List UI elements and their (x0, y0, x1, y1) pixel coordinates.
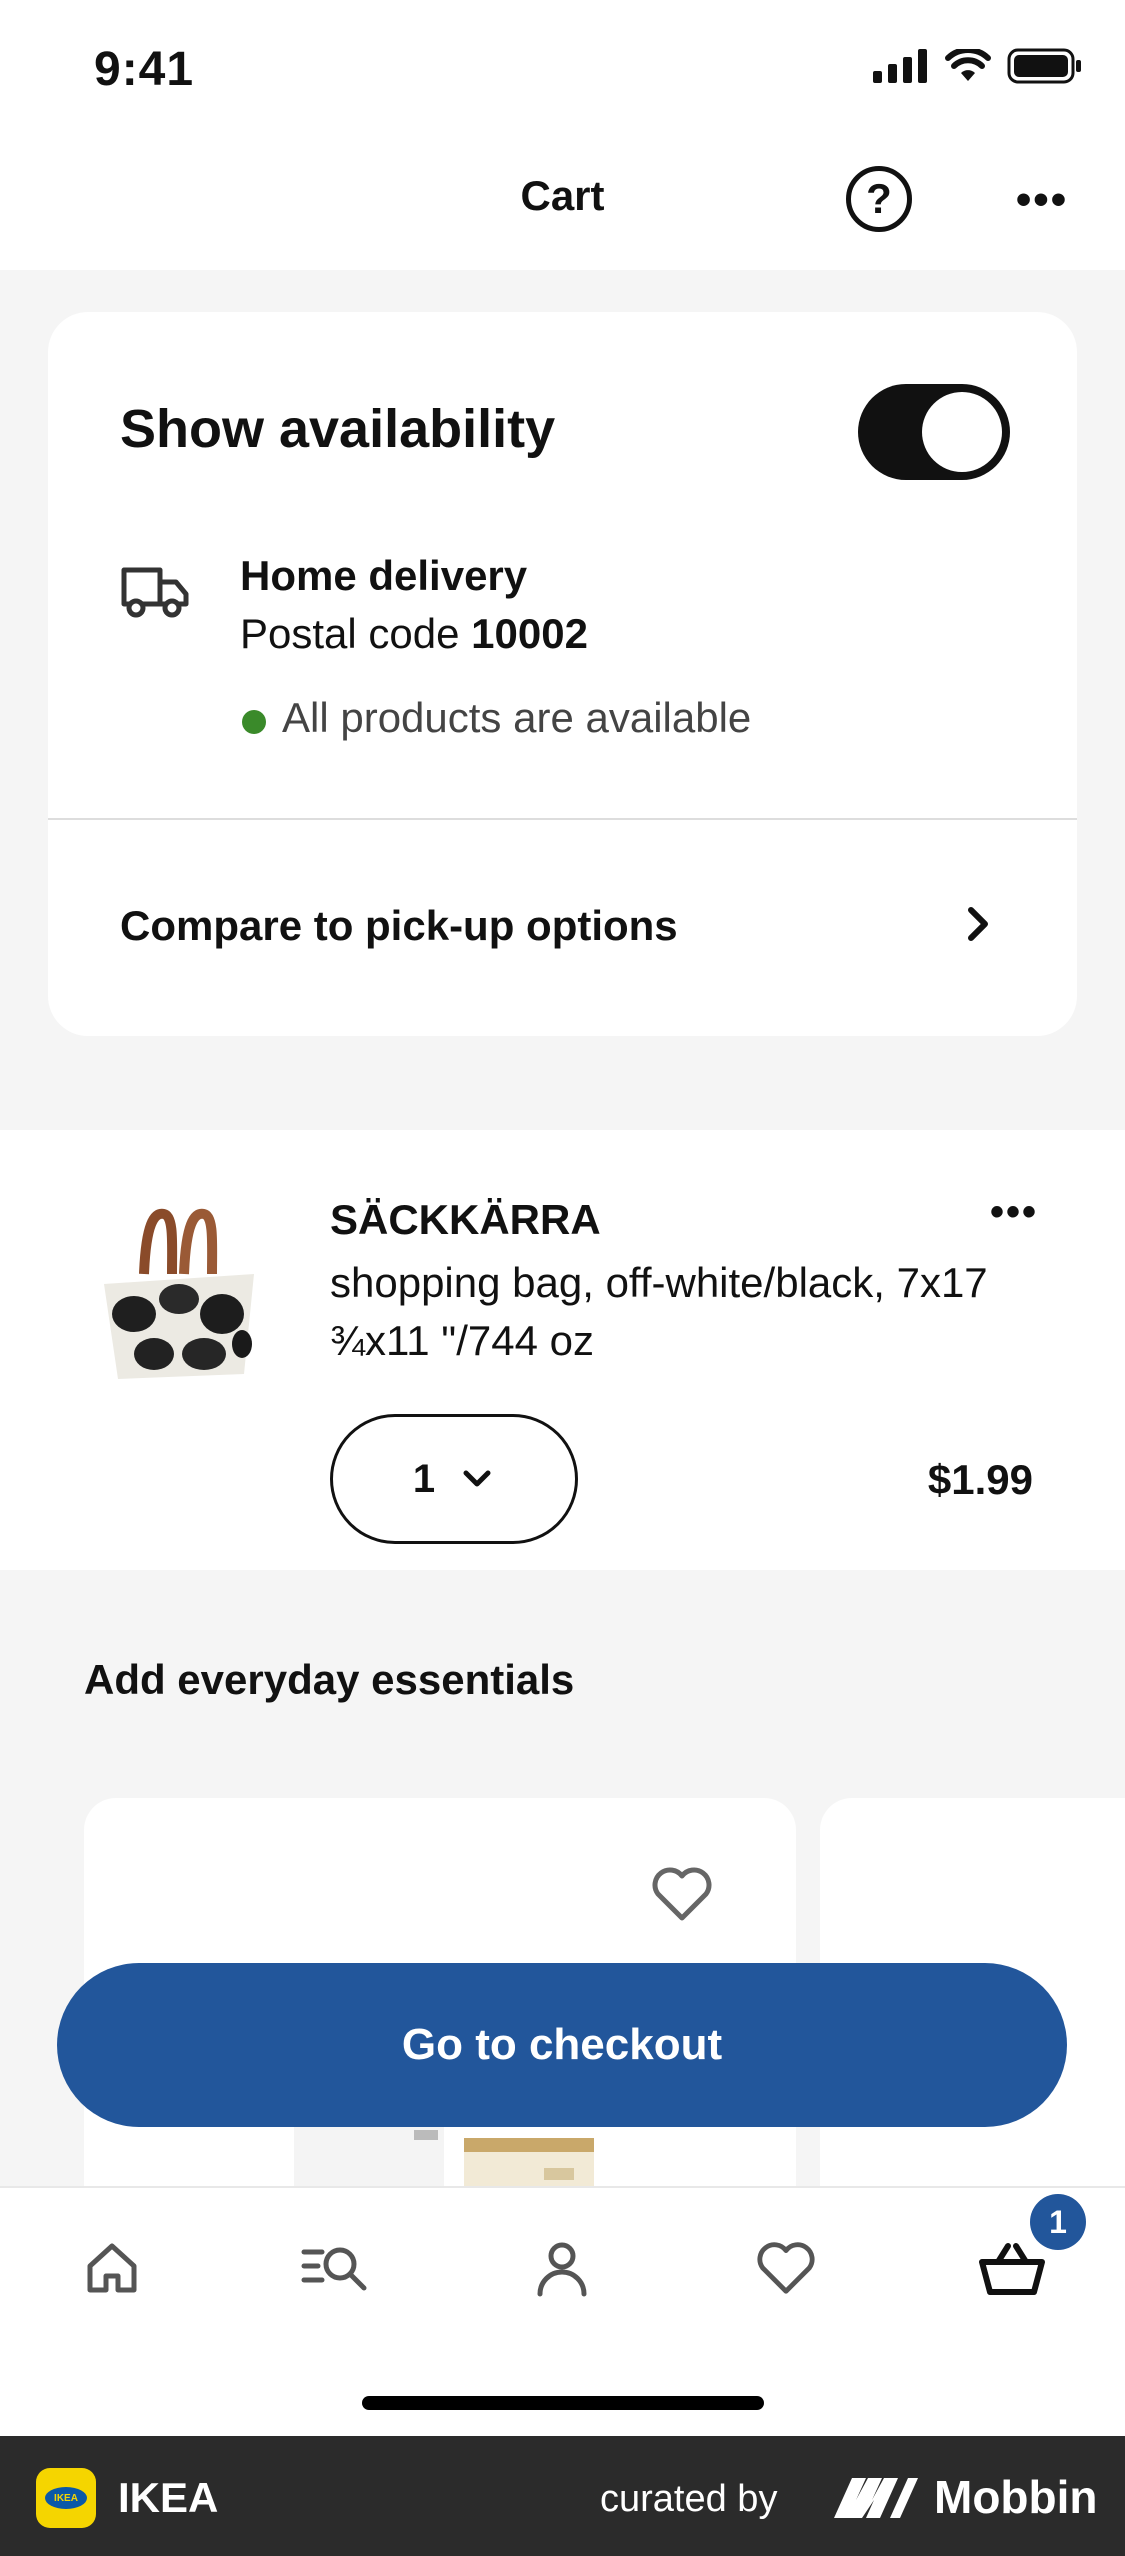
quantity-value: 1 (412, 1456, 436, 1501)
tab-home[interactable] (62, 2228, 162, 2308)
battery-icon (1007, 48, 1081, 84)
ikea-logo: IKEA (36, 2468, 96, 2528)
availability-status: All products are available (282, 694, 752, 741)
basket-icon (979, 2243, 1045, 2295)
product-price: $1.99 (927, 1456, 1033, 1503)
postal-code-line: Postal code 10002 (240, 610, 588, 658)
heart-icon (757, 2242, 815, 2294)
availability-status-dot (242, 710, 266, 734)
cart-item: SÄCKKÄRRA shopping bag, off-white/black,… (0, 1130, 1125, 1570)
toggle-knob (922, 392, 1002, 472)
curated-by-label: curated by (600, 2478, 778, 2520)
mobbin-logo-icon (834, 2478, 918, 2518)
status-icons (873, 48, 1083, 84)
chevron-down-icon (463, 1470, 491, 1487)
essentials-title: Add everyday essentials (84, 1656, 575, 1703)
help-button[interactable]: ? (846, 166, 912, 232)
header: Cart ? ••• (0, 120, 1125, 270)
status-bar: 9:41 (0, 0, 1125, 140)
tab-profile[interactable] (512, 2228, 612, 2308)
chevron-right-icon (968, 907, 988, 941)
home-icon (87, 2243, 137, 2293)
postal-code: 10002 (471, 610, 588, 657)
compare-pickup-label: Compare to pick-up options (120, 902, 678, 949)
truck-icon (121, 567, 189, 618)
tab-search[interactable] (286, 2228, 386, 2308)
postal-prefix: Postal code (240, 610, 460, 657)
more-options-button[interactable]: ••• (1012, 170, 1072, 230)
quantity-select[interactable]: 1 (330, 1414, 578, 1544)
home-indicator (362, 2396, 764, 2410)
brand-bar: IKEA IKEA curated by Mobbin (0, 2436, 1125, 2556)
tab-favourites[interactable] (736, 2228, 836, 2308)
mobbin-name: Mobbin (934, 2471, 1098, 2523)
cart-screen: 9:41 Cart ? ••• Show availability Home d… (0, 0, 1125, 2436)
product-image (104, 1208, 254, 1379)
product-description: shopping bag, off-white/black, 7x17 ¾x11… (330, 1259, 988, 1364)
more-icon: ••• (1015, 175, 1069, 224)
compare-pickup-row[interactable]: Compare to pick-up options (48, 820, 1077, 1036)
search-icon (301, 2247, 367, 2291)
product-name: SÄCKKÄRRA (330, 1196, 601, 1243)
ikea-logo-text: IKEA (45, 2487, 87, 2509)
page-title: Cart (520, 172, 605, 219)
heart-icon[interactable] (650, 1864, 714, 1924)
profile-icon (537, 2242, 587, 2297)
status-time: 9:41 (94, 43, 195, 96)
availability-title: Show availability (120, 399, 556, 459)
signal-icon (873, 49, 927, 83)
availability-card: Show availability Home delivery Postal c… (48, 312, 1077, 1036)
help-icon: ? (866, 175, 892, 222)
wifi-icon (945, 49, 991, 81)
app-name: IKEA (118, 2474, 219, 2521)
availability-toggle[interactable] (858, 384, 1010, 480)
checkout-button[interactable]: Go to checkout (57, 1963, 1067, 2127)
delivery-title: Home delivery (240, 552, 528, 599)
product-more-button[interactable]: ••• (990, 1190, 1038, 1235)
cart-badge: 1 (1030, 2194, 1086, 2250)
